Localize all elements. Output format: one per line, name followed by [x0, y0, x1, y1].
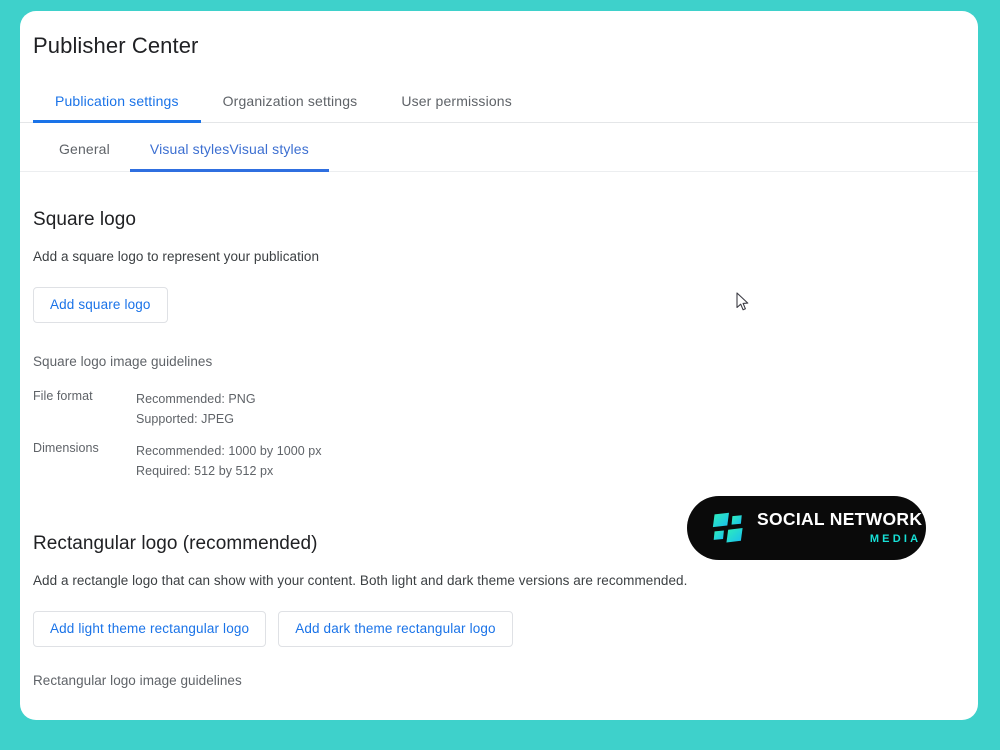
square-logo-heading: Square logo [33, 209, 137, 230]
square-logo-guidelines-table: File format Recommended: PNG Supported: … [33, 389, 322, 493]
tab-user-permissions[interactable]: User permissions [379, 93, 534, 122]
table-row: File format Recommended: PNG Supported: … [33, 389, 322, 441]
add-dark-theme-rectangular-logo-button[interactable]: Add dark theme rectangular logo [278, 611, 513, 647]
rectangular-logo-actions: Add light theme rectangular logo Add dar… [33, 611, 965, 647]
guideline-value: Recommended: 1000 by 1000 px [136, 444, 322, 458]
add-square-logo-button[interactable]: Add square logo [33, 287, 168, 323]
guideline-key: File format [33, 389, 93, 403]
logo-preview-badge: SOCIAL NETWORK MEDIA [687, 496, 926, 560]
tab-organization-settings[interactable]: Organization settings [201, 93, 380, 122]
guideline-values: Recommended: PNG Supported: JPEG [136, 389, 322, 441]
rectangular-logo-description: Add a rectangle logo that can show with … [33, 573, 688, 588]
logo-wordmark: SOCIAL NETWORK MEDIA [757, 511, 922, 545]
table-row: Dimensions Recommended: 1000 by 1000 px … [33, 441, 322, 493]
logo-subtitle: MEDIA [869, 532, 922, 545]
guideline-key: Dimensions [33, 441, 99, 455]
primary-tab-bar: Publication settings Organization settin… [20, 75, 978, 123]
guideline-value: Required: 512 by 512 px [136, 464, 274, 478]
tab-publication-settings[interactable]: Publication settings [33, 93, 201, 123]
logo-name: SOCIAL NETWORK [757, 509, 923, 530]
square-logo-actions: Add square logo [33, 287, 965, 323]
guideline-value: Supported: JPEG [136, 412, 235, 426]
guideline-value: Recommended: PNG [136, 392, 256, 406]
settings-content: Square logo Add a square logo to represe… [20, 209, 978, 688]
subtab-general[interactable]: General [39, 141, 130, 171]
rectangular-logo-guidelines-title: Rectangular logo image guidelines [33, 673, 242, 688]
add-light-theme-rectangular-logo-button[interactable]: Add light theme rectangular logo [33, 611, 267, 647]
square-logo-description: Add a square logo to represent your publ… [33, 249, 320, 264]
publisher-center-card: Publisher Center Publication settings Or… [20, 11, 978, 720]
secondary-tab-bar: General Visual stylesVisual styles [20, 123, 978, 172]
four-tile-pinwheel-logo-icon [712, 512, 743, 543]
square-logo-section: Square logo Add a square logo to represe… [33, 209, 965, 493]
page-title: Publisher Center [33, 33, 199, 58]
subtab-visual-styles[interactable]: Visual stylesVisual styles [129, 141, 329, 172]
square-logo-guidelines-title: Square logo image guidelines [33, 354, 213, 369]
guideline-values: Recommended: 1000 by 1000 px Required: 5… [136, 441, 322, 493]
